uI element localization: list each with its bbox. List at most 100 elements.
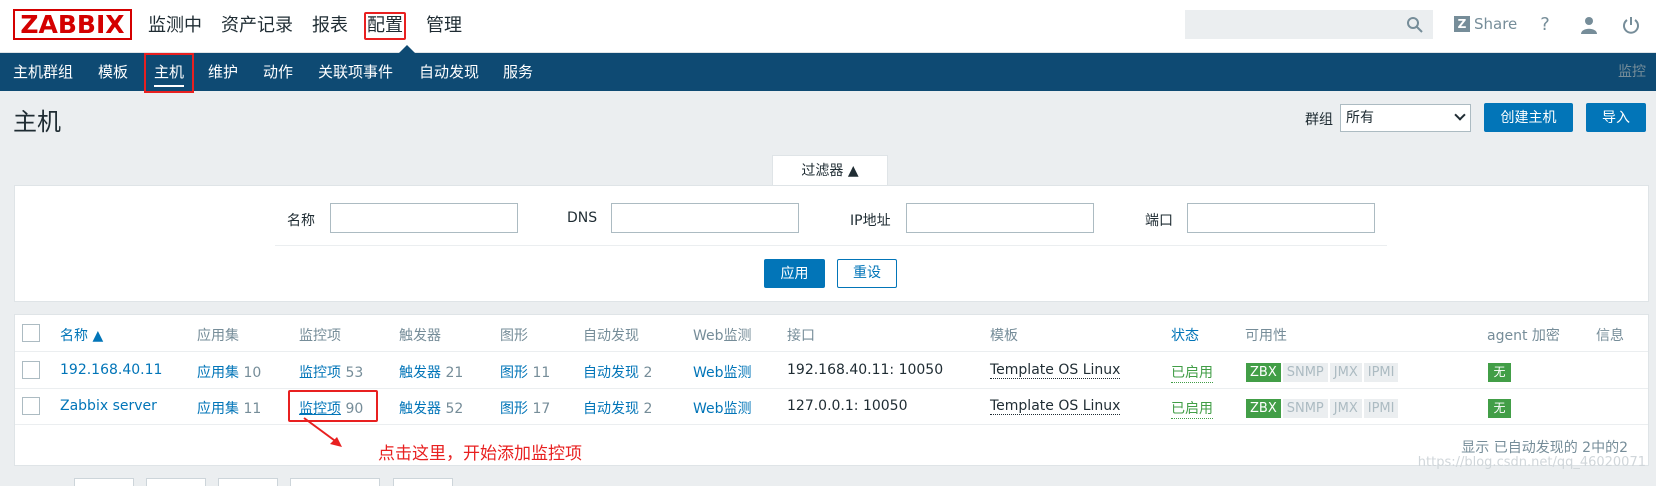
apps-link[interactable]: 应用集 [197, 401, 239, 417]
graphs-cell: 图形 11 [500, 362, 550, 382]
submenu-discovery[interactable]: 自动发现 [419, 53, 479, 91]
filter-separator [275, 245, 1387, 246]
annotation-arrow-icon [303, 417, 342, 447]
availability-badges: ZBX SNMP JMX IPMI [1246, 363, 1399, 382]
zbx-badge: ZBX [1246, 363, 1281, 382]
graphs-count: 11 [532, 365, 551, 381]
filter-dns-label: DNS [567, 210, 598, 226]
triggers-link[interactable]: 触发器 [399, 401, 441, 417]
submenu-active-underline [154, 85, 185, 87]
col-graphs-header: 图形 [500, 328, 528, 344]
bulk-action-button[interactable] [393, 478, 453, 486]
interface-cell: 192.168.40.11: 10050 [787, 362, 944, 378]
status-toggle[interactable]: 已启用 [1171, 398, 1213, 419]
graphs-link[interactable]: 图形 [500, 365, 528, 381]
col-interface-header: 接口 [787, 328, 815, 344]
apps-link[interactable]: 应用集 [197, 365, 239, 381]
sub-menu: 主机群组 模板 主机 维护 动作 关联项事件 自动发现 服务 监控 [0, 53, 1656, 93]
apps-cell: 应用集 11 [197, 398, 261, 418]
col-items-header: 监控项 [299, 328, 341, 344]
search-input[interactable] [1185, 10, 1433, 39]
filter-ip-input[interactable] [906, 203, 1094, 233]
items-cell: 监控项 53 [299, 362, 363, 382]
host-name-link[interactable]: 192.168.40.11 [60, 362, 162, 378]
col-status-header[interactable]: 状态 [1171, 325, 1199, 345]
menu-administration[interactable]: 管理 [426, 12, 462, 40]
power-icon[interactable] [1620, 14, 1642, 36]
row-separator [15, 388, 1648, 389]
menu-configuration[interactable]: 配置 [364, 12, 406, 40]
submenu-maintenance[interactable]: 维护 [208, 53, 238, 91]
submenu-hosts[interactable]: 主机 [144, 53, 195, 93]
search-icon[interactable] [1406, 16, 1424, 34]
menu-inventory[interactable]: 资产记录 [221, 12, 293, 40]
submenu-hosts-label: 主机 [154, 63, 185, 81]
create-host-button[interactable]: 创建主机 [1484, 103, 1573, 132]
encryption-badge: 无 [1488, 363, 1511, 382]
triggers-count: 21 [445, 365, 464, 381]
col-info-header: 信息 [1596, 328, 1624, 344]
filter-ip-label: IP地址 [850, 213, 891, 229]
filter-panel: 名称 DNS IP地址 端口 应用 重设 [14, 185, 1649, 302]
submenu-services[interactable]: 服务 [503, 53, 533, 91]
submenu-templates[interactable]: 模板 [98, 53, 128, 91]
col-triggers-header: 触发器 [399, 328, 441, 344]
user-profile-icon[interactable] [1578, 14, 1600, 36]
bulk-action-button[interactable] [290, 478, 380, 486]
discovery-count: 2 [643, 401, 653, 417]
help-icon[interactable]: ? [1534, 14, 1556, 36]
hosts-table: 名称 ▲ 应用集 监控项 触发器 图形 自动发现 Web监测 接口 模板 状态 … [14, 314, 1649, 466]
top-bar: ZABBIX 监测中 资产记录 报表 配置 管理 Z Share ? [0, 0, 1656, 53]
menu-monitoring[interactable]: 监测中 [148, 12, 202, 40]
row-checkbox[interactable] [22, 361, 40, 379]
template-link[interactable]: Template OS Linux [990, 362, 1121, 379]
group-select[interactable]: 所有 [1340, 104, 1471, 132]
triggers-link[interactable]: 触发器 [399, 365, 441, 381]
graphs-cell: 图形 17 [500, 398, 550, 418]
row-count-footer: 显示 已自动发现的 2中的2 [1461, 440, 1628, 456]
web-link[interactable]: Web监测 [693, 362, 752, 382]
filter-port-input[interactable] [1187, 203, 1375, 233]
host-name-link[interactable]: Zabbix server [60, 398, 157, 414]
col-web-header: Web监测 [693, 328, 752, 344]
bulk-action-button[interactable] [74, 478, 134, 486]
share-link[interactable]: Z Share [1454, 15, 1517, 33]
submenu-actions[interactable]: 动作 [263, 53, 293, 91]
snmp-badge: SNMP [1282, 399, 1328, 418]
bulk-action-button[interactable] [218, 478, 278, 486]
col-encryption-header: agent 加密 [1487, 328, 1560, 344]
zabbix-logo[interactable]: ZABBIX [13, 9, 132, 40]
submenu-correlation[interactable]: 关联项事件 [318, 53, 393, 91]
filter-dns-input[interactable] [611, 203, 799, 233]
discovery-link[interactable]: 自动发现 [583, 401, 639, 417]
submenu-monitoring-link[interactable]: 监控 [1618, 53, 1646, 91]
chevron-down-icon [1454, 109, 1466, 121]
apps-cell: 应用集 10 [197, 362, 261, 382]
submenu-host-groups[interactable]: 主机群组 [13, 53, 73, 91]
web-link[interactable]: Web监测 [693, 398, 752, 418]
select-all-checkbox[interactable] [22, 324, 40, 342]
apps-count: 11 [243, 401, 262, 417]
watermark: https://blog.csdn.net/qq_46020071 [1417, 455, 1646, 470]
filter-tab[interactable]: 过滤器 ▲ [772, 155, 888, 186]
bulk-action-button[interactable] [146, 478, 206, 486]
graphs-link[interactable]: 图形 [500, 401, 528, 417]
annotation-text: 点击这里，开始添加监控项 [378, 444, 582, 464]
template-link[interactable]: Template OS Linux [990, 398, 1121, 415]
discovery-link[interactable]: 自动发现 [583, 365, 639, 381]
apply-button[interactable]: 应用 [764, 259, 825, 288]
reset-button[interactable]: 重设 [837, 259, 897, 288]
group-select-value: 所有 [1346, 110, 1374, 126]
triggers-cell: 触发器 52 [399, 398, 463, 418]
jmx-badge: JMX [1329, 363, 1362, 382]
filter-name-input[interactable] [330, 203, 518, 233]
import-button[interactable]: 导入 [1586, 103, 1646, 132]
ipmi-badge: IPMI [1363, 363, 1399, 382]
col-name-header[interactable]: 名称 ▲ [60, 325, 103, 345]
active-menu-caret [399, 45, 415, 53]
menu-reports[interactable]: 报表 [312, 12, 348, 40]
zabbix-share-icon: Z [1454, 16, 1470, 32]
items-link[interactable]: 监控项 [299, 365, 341, 381]
row-checkbox[interactable] [22, 397, 40, 415]
status-toggle[interactable]: 已启用 [1171, 362, 1213, 383]
